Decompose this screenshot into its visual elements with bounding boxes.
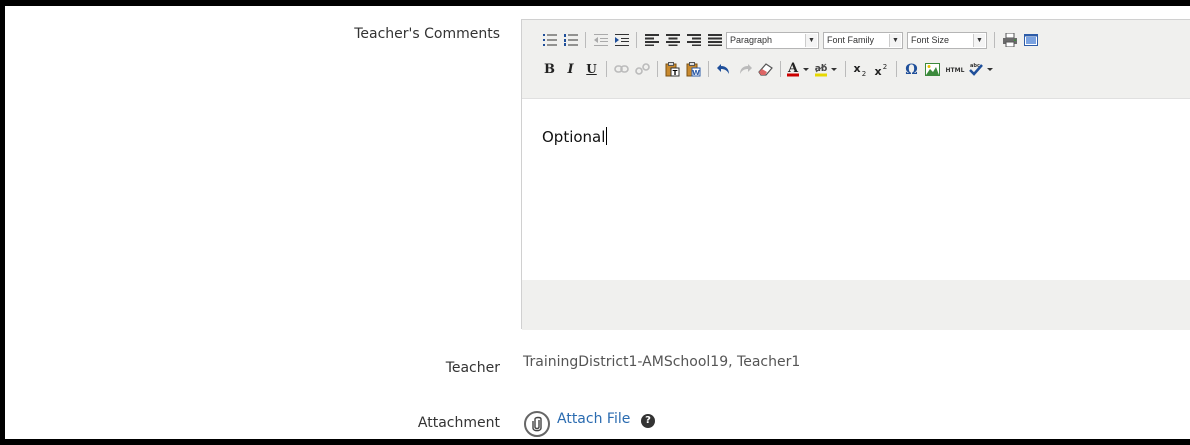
svg-text:Ω: Ω (905, 62, 917, 76)
toolbar-row-1: Paragraph ▼ Font Family ▼ Font Size ▼ (540, 29, 1042, 51)
teacher-label: Teacher (445, 360, 500, 376)
toolbar-divider (708, 61, 709, 77)
redo-icon[interactable] (735, 59, 754, 79)
underline-button[interactable]: U (582, 59, 601, 79)
svg-text:2: 2 (862, 70, 866, 76)
form-panel: Teacher's Comments Paragraph ▼ Font Fami… (5, 6, 1190, 439)
svg-text:W: W (692, 69, 700, 77)
rich-text-editor: Paragraph ▼ Font Family ▼ Font Size ▼ B … (521, 19, 1190, 330)
html-button[interactable]: HTML (944, 59, 966, 79)
subscript-icon[interactable]: x2 (851, 59, 870, 79)
editor-toolbar: Paragraph ▼ Font Family ▼ Font Size ▼ B … (522, 20, 1190, 98)
toolbar-divider (657, 61, 658, 77)
paste-word-icon[interactable]: W (684, 59, 703, 79)
paragraph-select-value: Paragraph (730, 35, 773, 45)
align-center-icon[interactable] (663, 30, 682, 50)
font-size-select[interactable]: Font Size ▼ (907, 31, 987, 49)
svg-text:HTML: HTML (946, 67, 965, 74)
help-icon[interactable]: ? (641, 414, 655, 428)
superscript-icon[interactable]: x2 (872, 59, 891, 79)
toolbar-divider (606, 61, 607, 77)
teacher-value: TrainingDistrict1-AMSchool19, Teacher1 (523, 354, 801, 370)
eraser-icon[interactable] (756, 59, 775, 79)
svg-text:x: x (853, 63, 860, 75)
comments-label: Teacher's Comments (354, 26, 500, 42)
text-caret (606, 127, 608, 145)
paragraph-select[interactable]: Paragraph ▼ (726, 31, 819, 49)
font-family-select[interactable]: Font Family ▼ (823, 31, 903, 49)
editor-text[interactable]: Optional (542, 127, 608, 146)
image-icon[interactable] (923, 59, 942, 79)
svg-text:ab: ab (815, 64, 828, 74)
align-left-icon[interactable] (642, 30, 661, 50)
svg-text:x: x (874, 65, 881, 76)
omega-icon[interactable]: Ω (902, 59, 921, 79)
bold-button[interactable]: B (540, 59, 559, 79)
toolbar-divider (994, 32, 995, 48)
bullet-list-icon[interactable] (540, 30, 559, 50)
link-icon[interactable] (612, 59, 631, 79)
chevron-down-icon: ▼ (889, 33, 901, 47)
toolbar-divider (845, 61, 846, 77)
chevron-down-icon: ▼ (973, 33, 985, 47)
align-right-icon[interactable] (684, 30, 703, 50)
svg-text:2: 2 (883, 63, 887, 71)
attach-file-link[interactable]: Attach File (557, 411, 630, 427)
attachment-label: Attachment (417, 415, 500, 431)
numbered-list-icon[interactable] (561, 30, 580, 50)
fullscreen-icon[interactable] (1021, 30, 1040, 50)
indent-icon[interactable] (612, 30, 631, 50)
editor-status-bar (522, 280, 1190, 330)
spellcheck-icon[interactable]: abc (968, 59, 996, 79)
outdent-icon[interactable] (591, 30, 610, 50)
font-family-select-value: Font Family (827, 35, 875, 45)
svg-text:T: T (673, 69, 678, 77)
toolbar-divider (585, 32, 586, 48)
paste-text-icon[interactable]: T (663, 59, 682, 79)
unlink-icon[interactable] (633, 59, 652, 79)
paperclip-icon[interactable] (524, 411, 550, 437)
undo-icon[interactable] (714, 59, 733, 79)
highlight-icon[interactable]: ab (814, 59, 840, 79)
editor-content-area[interactable]: Optional (522, 98, 1190, 281)
chevron-down-icon: ▼ (805, 33, 817, 47)
font-color-icon[interactable]: A (786, 59, 812, 79)
toolbar-row-2: B I U T W A ab x 2 x 2 Ω HTML abc (540, 58, 998, 80)
justify-icon[interactable] (705, 30, 724, 50)
print-icon[interactable] (1000, 30, 1019, 50)
toolbar-divider (896, 61, 897, 77)
font-size-select-value: Font Size (911, 35, 950, 45)
toolbar-divider (636, 32, 637, 48)
italic-button[interactable]: I (561, 59, 580, 79)
toolbar-divider (780, 61, 781, 77)
